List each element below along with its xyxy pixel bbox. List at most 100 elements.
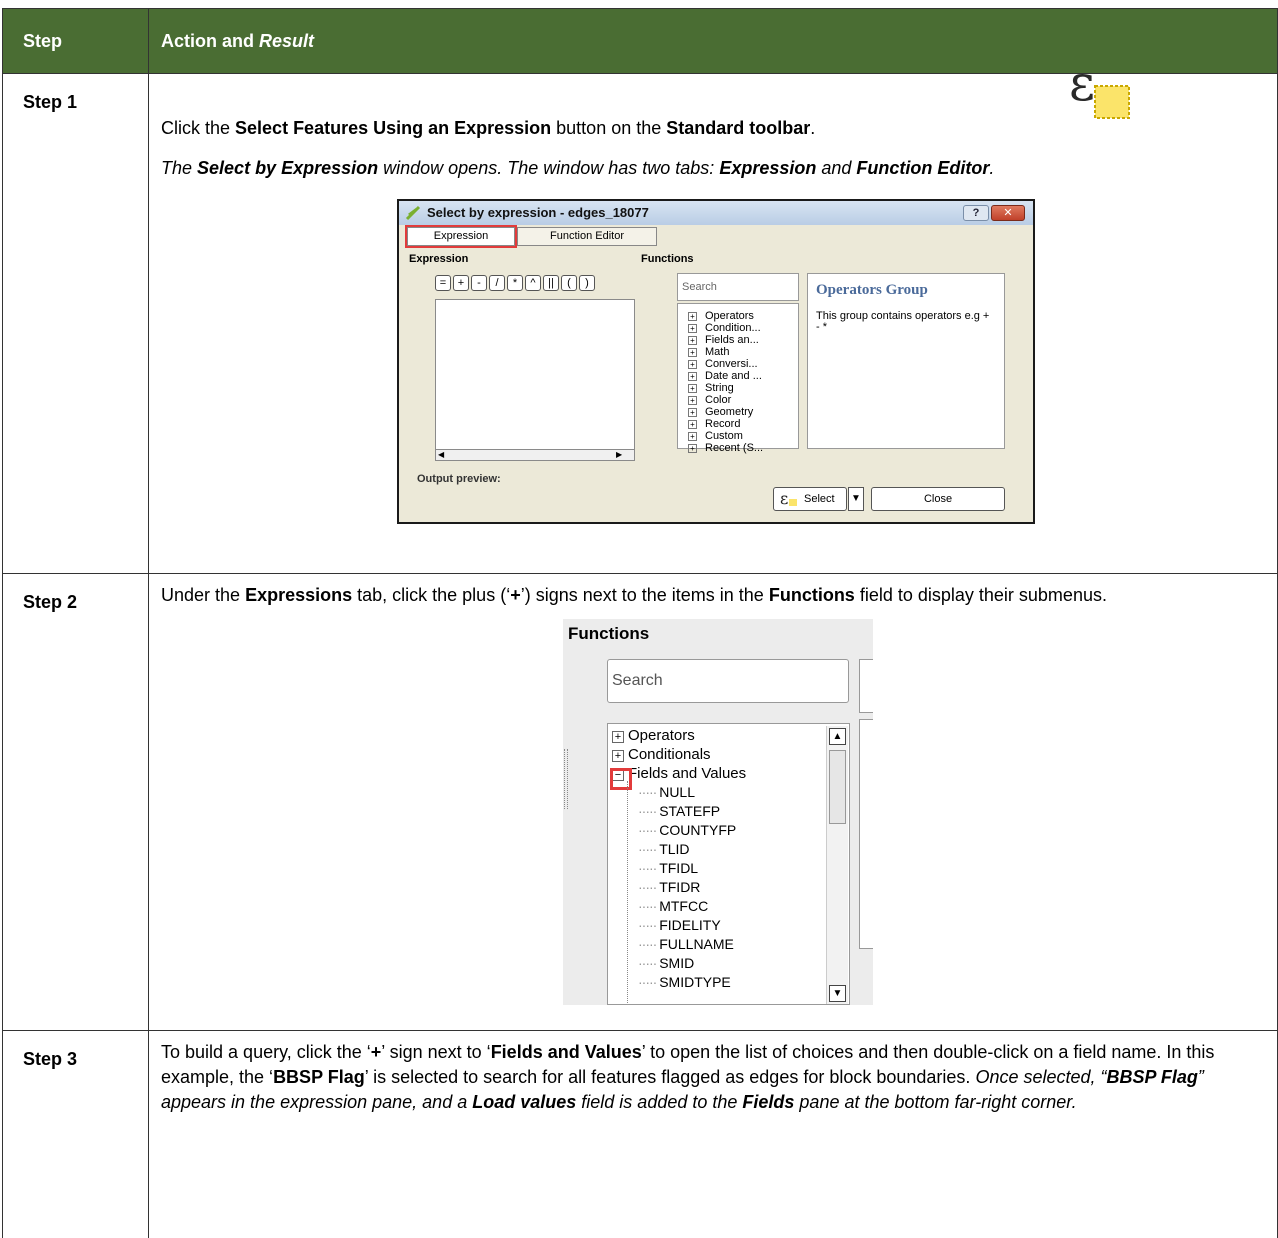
expand-plus-icon[interactable]: + [688, 359, 697, 369]
function-group[interactable]: + Conditionals [612, 745, 711, 764]
functions-search-input[interactable]: Search [607, 659, 849, 703]
function-group[interactable]: + Math [688, 346, 798, 358]
expand-plus-icon[interactable]: + [612, 750, 624, 762]
functions-header: Functions [641, 253, 694, 265]
help-button[interactable]: ? [963, 205, 989, 221]
function-group[interactable]: + Operators [688, 310, 798, 322]
select-by-expression-icon: ε [1069, 56, 1130, 119]
expand-plus-icon[interactable]: + [688, 395, 697, 405]
text: and [816, 158, 857, 178]
text: To build a query, click the ‘ [161, 1042, 371, 1062]
select-button[interactable]: ε Select [773, 487, 847, 511]
operator-button[interactable]: + [453, 275, 469, 291]
functions-panel-header: Functions [568, 624, 650, 643]
function-group-label: Record [705, 418, 741, 430]
expand-plus-icon[interactable]: + [688, 371, 697, 381]
scroll-right-icon[interactable]: ▶ [616, 451, 632, 459]
field-item[interactable]: COUNTYFP [638, 821, 736, 840]
function-group[interactable]: + Custom [688, 430, 798, 442]
text-bold-italic: Load values [472, 1092, 577, 1112]
select-dropdown-icon[interactable]: ▼ [848, 487, 864, 511]
tree-line [627, 781, 628, 1004]
operator-button[interactable]: / [489, 275, 505, 291]
scroll-down-icon[interactable]: ▼ [829, 985, 846, 1002]
text-bold: Expressions [245, 585, 353, 605]
text-bold: Select Features Using an Expression [235, 118, 552, 138]
function-group-label: Fields and Values [628, 765, 747, 782]
text-bold: + [370, 1042, 382, 1062]
operator-button[interactable]: - [471, 275, 487, 291]
expand-plus-icon[interactable]: + [688, 443, 697, 453]
text-italic: pane at the bottom far-right corner. [794, 1092, 1077, 1112]
tab-function-editor[interactable]: Function Editor [517, 227, 657, 246]
text: field to display their submenus. [854, 585, 1107, 605]
expression-editor[interactable] [435, 299, 635, 457]
expand-plus-icon[interactable]: + [688, 323, 697, 333]
function-group-label: Geometry [705, 406, 754, 418]
function-group[interactable]: + Geometry [688, 406, 798, 418]
text-bold: Fields and Values [490, 1042, 642, 1062]
field-item[interactable]: TLID [638, 840, 689, 859]
function-tree[interactable]: + Operators + Condition... + Fields an... +… [677, 303, 799, 454]
field-item[interactable]: TFIDR [638, 878, 700, 897]
scroll-left-icon[interactable]: ◀ [438, 451, 454, 459]
function-group[interactable]: + Date and ... [688, 370, 798, 382]
scroll-thumb[interactable] [829, 750, 846, 824]
horizontal-scrollbar[interactable]: ◀ ▶ [435, 449, 635, 461]
function-help-pane: Operators Group This group contains oper… [807, 273, 1005, 449]
vertical-scrollbar[interactable]: ▲ ▼ [826, 726, 848, 1004]
function-group-label: Operators [705, 310, 754, 322]
function-search-input[interactable]: Search [677, 273, 799, 301]
operator-button[interactable]: ( [561, 275, 577, 291]
field-item[interactable]: TFIDL [638, 859, 698, 878]
function-group-label: Color [705, 394, 732, 406]
field-item[interactable]: STATEFP [638, 802, 720, 821]
help-body: This group contains operators e.g + - * [816, 310, 990, 333]
field-item[interactable]: SMID [638, 954, 694, 973]
scroll-up-icon[interactable]: ▲ [829, 728, 846, 745]
text: ’ is selected to search for all features… [364, 1067, 976, 1087]
text: ’) signs next to the items in the [520, 585, 769, 605]
function-group[interactable]: + Condition... [688, 322, 798, 334]
step3-instruction: To build a query, click the ‘+’ sign nex… [161, 1040, 1267, 1115]
field-item[interactable]: FIDELITY [638, 916, 720, 935]
expand-plus-icon[interactable]: + [688, 347, 697, 357]
function-group[interactable]: + Operators [612, 726, 695, 745]
header-step: Step [2, 8, 149, 74]
function-group[interactable]: + Record [688, 418, 798, 430]
operator-button[interactable]: = [435, 275, 451, 291]
function-group[interactable]: + String [688, 382, 798, 394]
expand-plus-icon[interactable]: + [688, 407, 697, 417]
output-preview-label: Output preview: [417, 473, 501, 485]
expand-plus-icon[interactable]: + [688, 419, 697, 429]
function-group-label: Math [705, 346, 730, 358]
operator-button[interactable]: ) [579, 275, 595, 291]
splitter-grip[interactable] [564, 749, 568, 809]
field-item[interactable]: MTFCC [638, 897, 708, 916]
operator-button[interactable]: * [507, 275, 523, 291]
expand-plus-icon[interactable]: + [688, 383, 697, 393]
close-window-button[interactable]: ✕ [991, 205, 1025, 221]
function-group[interactable]: + Recent (S... [688, 442, 798, 454]
expand-plus-icon[interactable]: + [612, 731, 624, 743]
tab-expression[interactable]: Expression [405, 225, 517, 248]
operator-button[interactable]: || [543, 275, 559, 291]
text-bold: Functions [768, 585, 855, 605]
close-button[interactable]: Close [871, 487, 1005, 511]
operator-button[interactable]: ^ [525, 275, 541, 291]
expand-plus-icon[interactable]: + [688, 431, 697, 441]
text-italic: field is added to the [576, 1092, 743, 1112]
functions-tree[interactable]: + Operators + Conditionals − Fields and Val… [607, 723, 850, 1005]
expand-plus-icon[interactable]: + [688, 335, 697, 345]
function-group[interactable]: + Conversi... [688, 358, 798, 370]
field-item[interactable]: FULLNAME [638, 935, 734, 954]
field-item[interactable]: NULL [638, 783, 695, 802]
function-group-label: Conversi... [705, 358, 758, 370]
functions-panel-screenshot: Functions Search + Operators + Conditional… [563, 619, 873, 1005]
field-item[interactable]: SMIDTYPE [638, 973, 731, 992]
step-content: Click the Select Features Using an Expre… [148, 56, 1278, 574]
function-group[interactable]: + Color [688, 394, 798, 406]
expand-plus-icon[interactable]: + [688, 311, 697, 321]
function-group[interactable]: − Fields and Values [612, 764, 746, 783]
function-group[interactable]: + Fields an... [688, 334, 798, 346]
